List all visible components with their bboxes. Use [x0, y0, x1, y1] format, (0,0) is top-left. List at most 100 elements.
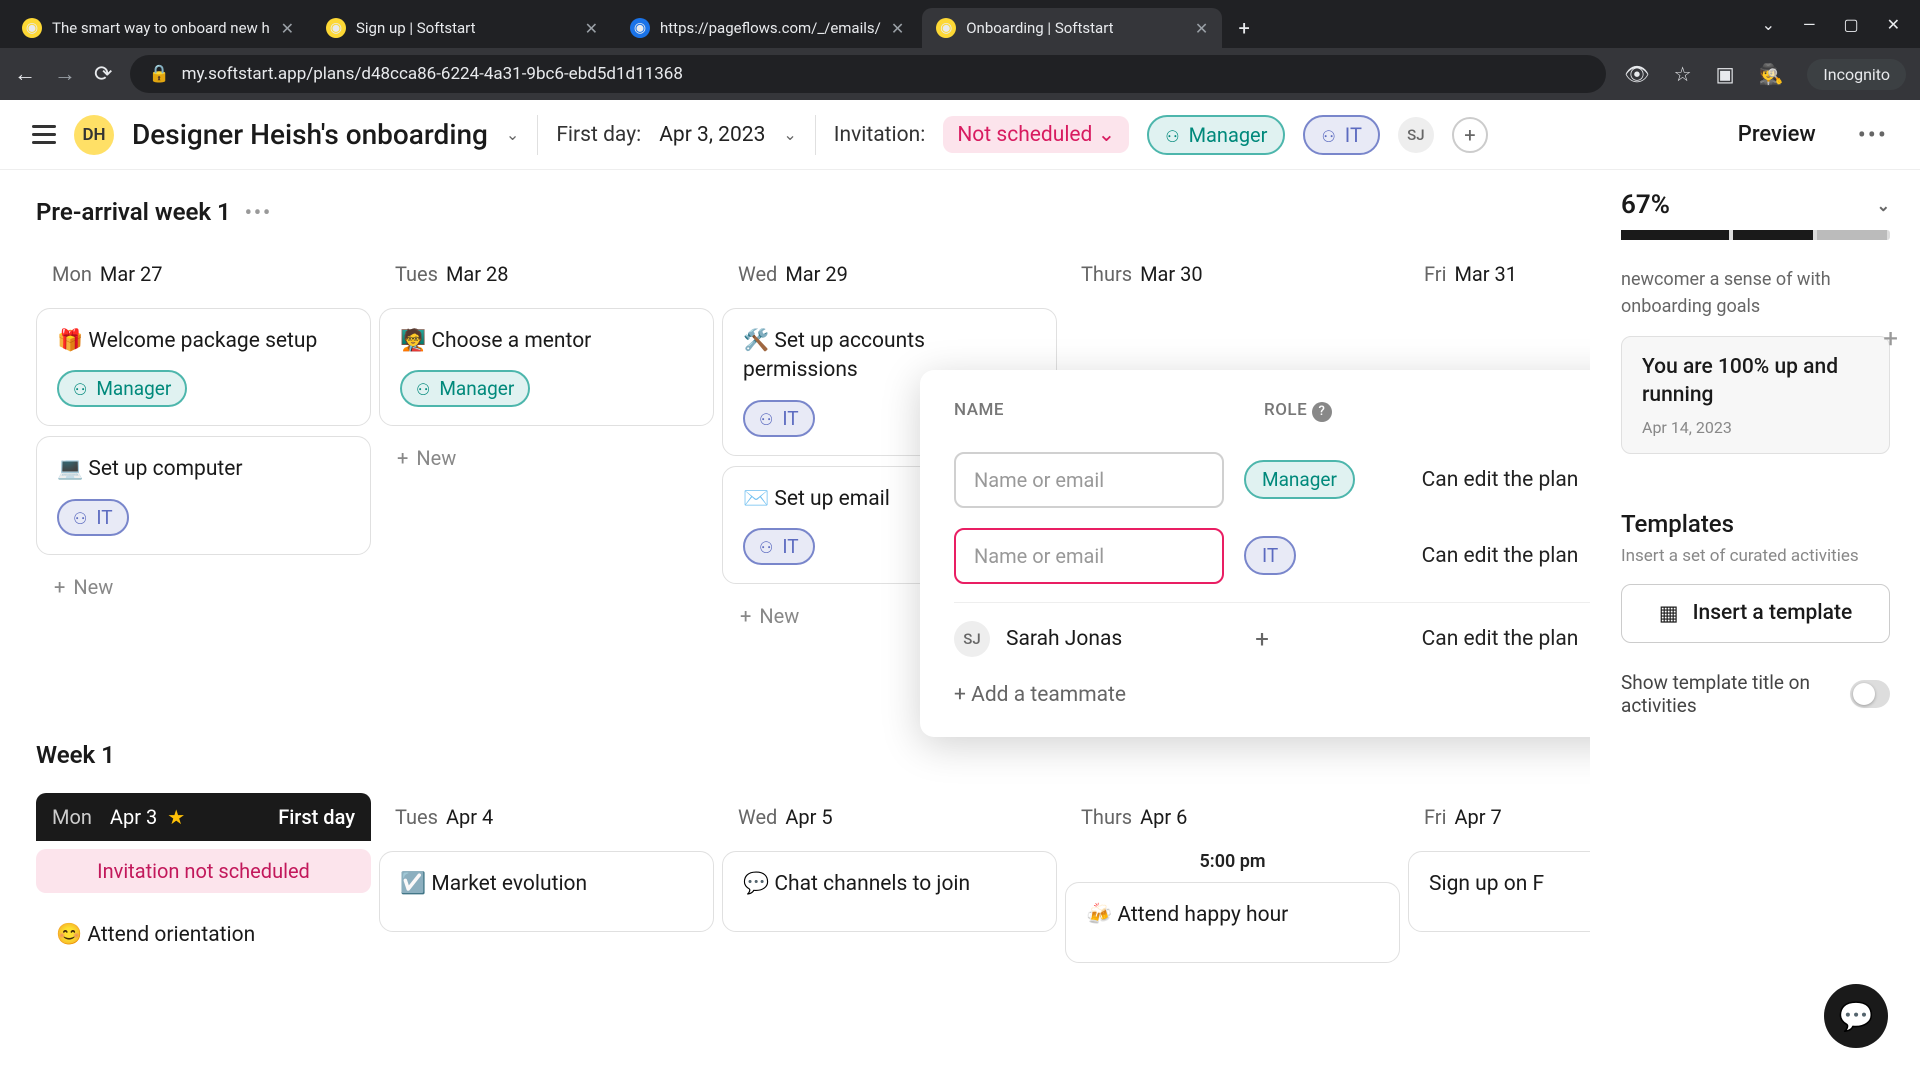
new-activity-button[interactable]: + New	[379, 432, 714, 484]
day-header: WedMar 29	[722, 250, 1057, 298]
name-input-it[interactable]	[954, 528, 1224, 584]
toggle-label: Show template title on activities	[1621, 671, 1836, 717]
role-chip-manager[interactable]: Manager	[1147, 115, 1285, 155]
preview-button[interactable]: Preview	[1714, 114, 1840, 155]
star-icon[interactable]: ☆	[1674, 62, 1692, 86]
favicon-icon: ◉	[326, 18, 346, 38]
close-window-icon[interactable]: ✕	[1887, 15, 1900, 34]
day-column: MonApr 3★First day Invitation not schedu…	[36, 793, 371, 964]
tab-3[interactable]: ◉ Onboarding | Softstart ✕	[922, 8, 1222, 48]
invitation-warning[interactable]: Invitation not scheduled	[36, 849, 371, 893]
tab-title: https://pageflows.com/_/emails/	[660, 19, 881, 37]
eye-off-icon[interactable]: 👁	[1624, 62, 1649, 86]
chevron-down-icon[interactable]: ⌄	[1762, 15, 1775, 34]
tab-0[interactable]: ◉The smart way to onboard new h✕	[8, 8, 308, 48]
day-header: TuesMar 28	[379, 250, 714, 298]
day-header: FriApr 7	[1408, 793, 1590, 841]
activity-card[interactable]: 💬 Chat channels to join	[722, 851, 1057, 932]
back-icon[interactable]: ←	[14, 61, 36, 87]
favicon-icon: ◉	[936, 18, 956, 38]
chat-fab[interactable]: 💬	[1824, 984, 1888, 1048]
activity-card[interactable]: 🍻 Attend happy hour	[1065, 882, 1400, 963]
invitation-status[interactable]: Not scheduled ⌄	[943, 116, 1129, 153]
extensions-icon[interactable]: ▣	[1716, 62, 1735, 86]
chevron-down-icon[interactable]: ⌄	[783, 125, 796, 144]
close-icon[interactable]: ✕	[585, 19, 598, 38]
role-chip-manager[interactable]: Manager	[400, 370, 530, 407]
incognito-icon: 🕵	[1758, 62, 1783, 86]
activity-card[interactable]: 🎁 Welcome package setup Manager	[36, 308, 371, 426]
sidebar-hint: newcomer a sense of with onboarding goal…	[1621, 266, 1890, 320]
role-chip-it[interactable]: IT	[57, 499, 129, 536]
first-day-value[interactable]: Apr 3, 2023	[659, 123, 765, 147]
avatar: SJ	[954, 621, 990, 657]
week-title: Week 1	[36, 741, 1590, 769]
day-header: ThursApr 6	[1065, 793, 1400, 841]
insert-template-button[interactable]: ▦Insert a template	[1621, 584, 1890, 643]
new-tab-button[interactable]: +	[1226, 10, 1262, 46]
more-icon[interactable]: •••	[1858, 121, 1888, 149]
role-chip-manager[interactable]: Manager	[57, 370, 187, 407]
close-icon[interactable]: ✕	[891, 19, 904, 38]
role-chip-it[interactable]: IT	[1244, 536, 1296, 575]
add-teammate-button[interactable]: +	[1452, 117, 1488, 153]
role-chip-it[interactable]: IT	[1303, 115, 1379, 155]
tab-title: Onboarding | Softstart	[966, 19, 1185, 37]
template-title-toggle[interactable]	[1850, 680, 1890, 708]
emoji-icon: 🛠️	[743, 329, 769, 353]
help-icon[interactable]: ?	[1312, 402, 1332, 422]
tab-title: The smart way to onboard new h	[52, 19, 271, 37]
forward-icon[interactable]: →	[54, 61, 76, 87]
maximize-icon[interactable]: ▢	[1843, 15, 1858, 34]
week-title: Pre-arrival week 1 •••	[36, 198, 1590, 226]
close-icon[interactable]: ✕	[281, 19, 294, 38]
emoji-icon: 💻	[57, 457, 83, 481]
new-activity-button[interactable]: + New	[36, 561, 371, 613]
reload-icon[interactable]: ⟳	[94, 62, 112, 87]
day-column: TuesApr 4 ☑️ Market evolution	[379, 793, 714, 964]
activity-card[interactable]: 😊 Attend orientation	[36, 903, 371, 950]
menu-icon[interactable]	[32, 125, 56, 144]
more-icon[interactable]: •••	[245, 200, 272, 224]
board: Pre-arrival week 1 ••• MonMar 27 🎁 Welco…	[0, 170, 1590, 1080]
permission-select[interactable]: Can edit the plan ⌄	[1422, 626, 1590, 651]
permission-select[interactable]: Can edit the plan ⌄	[1422, 543, 1590, 568]
day-column: MonMar 27 🎁 Welcome package setup Manage…	[36, 250, 371, 691]
add-role-button[interactable]: +	[1244, 621, 1280, 657]
activity-card[interactable]: ☑️ Market evolution	[379, 851, 714, 932]
column-header-role: ROLE ?	[1264, 400, 1332, 422]
emoji-icon: ☑️	[400, 872, 426, 896]
permission-select[interactable]: Can edit the plan ⌄	[1422, 467, 1590, 492]
goal-date: Apr 14, 2023	[1642, 418, 1869, 437]
day-column: TuesMar 28 🧑‍🏫 Choose a mentor Manager +…	[379, 250, 714, 691]
day-column: ThursApr 6 5:00 pm 🍻 Attend happy hour	[1065, 793, 1400, 964]
divider	[815, 115, 816, 155]
goal-card[interactable]: You are 100% up and running Apr 14, 2023	[1621, 336, 1890, 454]
chevron-down-icon[interactable]: ⌄	[506, 125, 519, 144]
activity-card[interactable]: 💻 Set up computer IT	[36, 436, 371, 554]
user-avatar[interactable]: DH	[74, 115, 114, 155]
activity-card[interactable]: Sign up on F	[1408, 851, 1590, 932]
name-input-manager[interactable]	[954, 452, 1224, 508]
tab-1[interactable]: ◉Sign up | Softstart✕	[312, 8, 612, 48]
template-icon: ▦	[1659, 601, 1679, 626]
emoji-icon: 😊	[56, 923, 82, 947]
close-icon[interactable]: ✕	[1195, 19, 1208, 38]
role-chip-it[interactable]: IT	[743, 528, 815, 565]
emoji-icon: 🍻	[1086, 903, 1112, 927]
divider	[537, 115, 538, 155]
role-chip-it[interactable]: IT	[743, 400, 815, 437]
app-header: DH Designer Heish's onboarding ⌄ First d…	[0, 100, 1920, 170]
activity-card[interactable]: 🧑‍🏫 Choose a mentor Manager	[379, 308, 714, 426]
add-teammate-link[interactable]: + Add a teammate	[954, 683, 1590, 707]
address-field[interactable]: 🔒 my.softstart.app/plans/d48cca86-6224-4…	[130, 55, 1606, 93]
add-goal-button[interactable]: +	[1883, 324, 1898, 354]
teammate-avatar[interactable]: SJ	[1398, 117, 1434, 153]
goal-title: You are 100% up and running	[1642, 353, 1869, 410]
minimize-icon[interactable]: —	[1803, 15, 1816, 34]
tab-2[interactable]: ◉https://pageflows.com/_/emails/✕	[616, 8, 918, 48]
url-text: my.softstart.app/plans/d48cca86-6224-4a3…	[182, 64, 683, 84]
chevron-down-icon[interactable]: ⌄	[1877, 196, 1890, 215]
role-chip-manager[interactable]: Manager	[1244, 460, 1355, 499]
browser-titlebar: ◉ The smart way to onboard new h ✕ ◉Sign u…	[0, 0, 1920, 48]
